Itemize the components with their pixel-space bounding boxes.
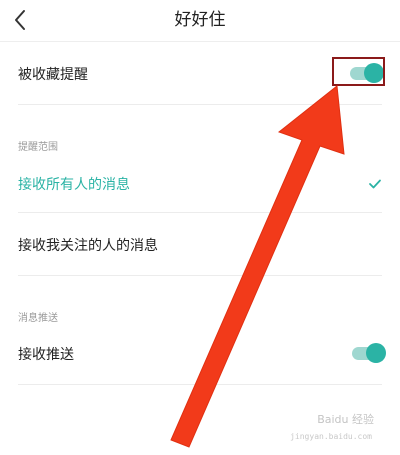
push-label: 接收推送 xyxy=(18,347,74,363)
option-all-users[interactable]: 接收所有人的消息 xyxy=(0,154,400,212)
option-all-users-label: 接收所有人的消息 xyxy=(18,177,130,193)
reminder-scope-section-title: 提醒范围 xyxy=(18,142,58,153)
push-row: 接收推送 xyxy=(0,324,400,384)
favorite-reminder-label: 被收藏提醒 xyxy=(18,67,88,83)
nav-bar: 好好住 xyxy=(0,0,400,42)
option-followed-users[interactable]: 接收我关注的人的消息 xyxy=(0,213,400,275)
annotation-highlight-box xyxy=(332,57,385,86)
push-toggle[interactable] xyxy=(352,343,386,363)
option-followed-users-label: 接收我关注的人的消息 xyxy=(18,238,158,254)
back-button[interactable] xyxy=(6,3,38,37)
page-title: 好好住 xyxy=(174,10,226,30)
toggle-thumb xyxy=(366,343,386,363)
divider xyxy=(18,275,382,276)
chevron-left-icon xyxy=(15,10,25,30)
check-icon xyxy=(369,179,381,189)
push-section-title: 消息推送 xyxy=(18,313,58,324)
divider xyxy=(18,104,382,105)
watermark-url: jingyan.baidu.com xyxy=(290,432,372,441)
divider xyxy=(18,384,382,385)
watermark: Baidu 经验 xyxy=(317,413,374,426)
settings-screen: 好好住 被收藏提醒 提醒范围 接收所有人的消息 接收我关注的人的消息 消息推送 … xyxy=(0,0,400,455)
